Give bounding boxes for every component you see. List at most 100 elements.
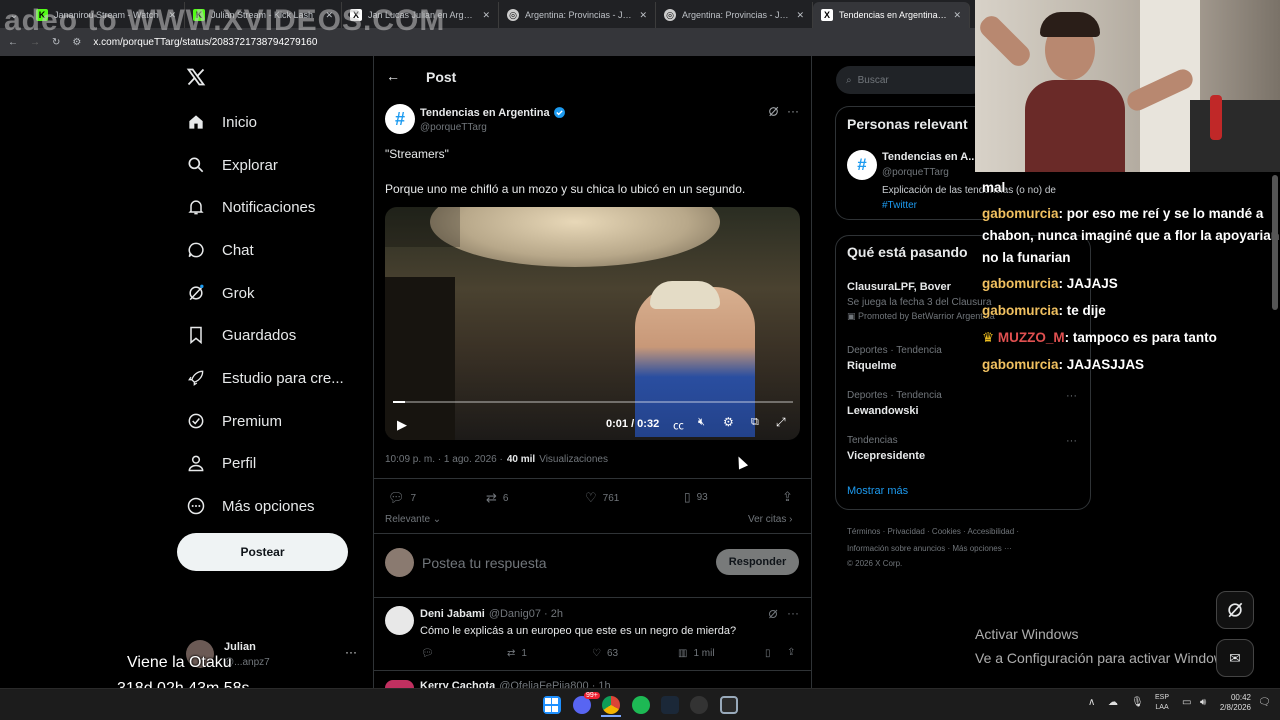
tray-expand-icon[interactable]: ∧ [1088,697,1095,708]
tab-search-icon[interactable]: ⌄ [0,2,28,28]
repost-button[interactable]: ⇄ 6 [486,490,508,506]
sidebar-item-perfil[interactable]: Perfil [186,453,256,473]
activate-windows-subtitle: Ve a Configuración para activar Windows [975,650,1232,666]
sidebar-item-grok[interactable]: Grok [186,283,255,303]
captions-icon[interactable]: ㏄ [673,417,684,433]
site-info-icon[interactable]: ⚙ [72,37,81,48]
language-indicator[interactable]: ESP LAA [1155,693,1169,713]
post-more-icon[interactable]: ··· [787,104,799,118]
sidebar-item-premium[interactable]: Premium [186,411,282,431]
url-field[interactable]: x.com/porqueTTarg/status/208372173879427… [93,37,317,48]
close-tab-icon[interactable]: ✕ [953,10,961,21]
relevant-avatar[interactable]: # [847,150,877,180]
fullscreen-icon[interactable]: ⤢ [776,415,786,430]
grok-explain-icon[interactable] [767,607,779,625]
search-input[interactable]: ⌕ Buscar [836,66,986,94]
sidebar-item-notificaciones[interactable]: Notificaciones [186,197,315,217]
show-more-link[interactable]: Mostrar más [847,485,908,497]
close-tab-icon[interactable]: ✕ [482,10,490,21]
sidebar-item-estudio[interactable]: Estudio para cre... [186,368,344,388]
x-logo-icon[interactable] [186,67,206,92]
post-button[interactable]: Postear [177,533,348,571]
forward-icon[interactable]: → [30,37,40,48]
notification-icon[interactable]: 🗨︎ [1258,697,1271,708]
share-button[interactable]: ⇪ [782,489,793,505]
reply-bookmark-button[interactable]: ▯ [765,648,771,659]
trend-item[interactable]: ClausuraLPF, Bover Se juega la fecha 3 d… [847,281,995,322]
reply-views[interactable]: ▥ 1 mil [678,648,715,659]
trend-item[interactable]: Deportes · Tendencia Lewandowski [847,390,942,417]
reply-like-button[interactable]: ♡ 63 [592,648,618,659]
grok-icon [1228,602,1243,618]
bookmark-button[interactable]: ▯ 93 [684,490,708,504]
sidebar-item-inicio[interactable]: Inicio [186,112,257,132]
steam-icon[interactable] [661,696,679,714]
app-icon[interactable] [720,696,738,714]
grok-float-button[interactable] [1216,591,1254,629]
reply-button[interactable]: 💬︎ 7 [388,490,416,506]
close-tab-icon[interactable]: ✕ [325,10,333,21]
pip-icon[interactable]: ⧉ [751,416,759,429]
sidebar-item-chat[interactable]: Chat [186,240,254,260]
microphone-icon[interactable]: 🎙︎ [1131,697,1144,708]
close-tab-icon[interactable]: ✕ [639,10,647,21]
windows-start-icon[interactable] [543,696,561,714]
reply-author-avatar[interactable] [385,680,414,688]
grok-explain-icon[interactable] [767,105,780,123]
trend-item[interactable]: Tendencias Vicepresidente [847,435,925,462]
browser-tab[interactable]: K Jananirou Stream - Watch ✕ [28,2,185,28]
relevant-hashtag-link[interactable]: #Twitter [882,200,917,211]
reply-submit-button[interactable]: Responder [716,549,799,575]
account-name: Julian [224,641,256,653]
browser-tab[interactable]: ◎Argentina: Provincias - Juego de✕ [656,2,813,28]
reply-repost-button[interactable]: ⇄ 1 [507,648,527,659]
browser-tab-active[interactable]: XTendencias en Argentina en X:✕ [813,2,970,28]
video-player[interactable]: ▶ 0:01 / 0:32 ㏄ 🔇︎ ⚙ ⧉ ⤢ [385,207,800,440]
close-tab-icon[interactable]: ✕ [168,10,176,21]
browser-tab[interactable]: ◎Argentina: Provincias - Juego de✕ [499,2,656,28]
chrome-icon[interactable] [602,696,620,714]
trend-item[interactable]: Deportes · Tendencia Riquelme [847,345,942,372]
back-icon[interactable]: ← [8,37,18,48]
like-button[interactable]: ♡ 761 [585,490,619,506]
volume-icon[interactable]: 🔊︎ [1200,697,1206,708]
trend-more-icon[interactable]: ··· [1066,390,1077,402]
account-more-icon[interactable]: ··· [345,645,357,659]
reply-more-icon[interactable]: ··· [787,606,799,620]
footer-links[interactable]: Términos · Privacidad · Cookies · Accesi… [847,527,1019,536]
post-timestamp: 10:09 p. m. · 1 ago. 2026 · [385,454,503,465]
reply-share-button[interactable]: ⇪ [787,647,795,658]
sort-dropdown[interactable]: Relevante ⌄ [385,514,441,525]
messages-float-button[interactable]: ✉ [1216,639,1254,677]
reply-reply-button[interactable]: 💬︎ [421,648,434,659]
cloud-icon[interactable]: ☁ [1108,697,1118,708]
obs-icon[interactable] [690,696,708,714]
repost-icon: ⇄ [507,648,516,659]
close-tab-icon[interactable]: ✕ [796,10,804,21]
spotify-icon[interactable] [632,696,650,714]
reload-icon[interactable]: ↻ [52,37,60,48]
webcam-feed [975,0,1280,172]
divider [373,478,812,479]
chat-scrollbar[interactable] [1272,175,1278,310]
browser-tab[interactable]: K Julian Stream - Kick Lash ✕ [185,2,342,28]
mute-icon[interactable]: 🔇︎ [698,416,705,429]
relevant-name[interactable]: Tendencias en A... [882,151,977,163]
view-quotes-link[interactable]: Ver citas › [748,514,792,525]
footer-links[interactable]: Información sobre anuncios · Más opcione… [847,544,1012,553]
reply-input[interactable]: Postea tu respuesta [422,555,547,571]
sidebar-item-explorar[interactable]: Explorar [186,155,278,175]
author-avatar[interactable]: # [385,104,415,134]
back-arrow-icon[interactable]: ← [386,68,400,84]
play-icon[interactable]: ▶ [397,417,407,433]
browser-tab[interactable]: X Jan Lucas Julian en Argentina ✕ [342,2,499,28]
sidebar-item-mas-opciones[interactable]: Más opciones [186,496,315,516]
sidebar-item-guardados[interactable]: Guardados [186,325,296,345]
author-name-row[interactable]: Tendencias en Argentina [420,106,566,119]
settings-icon[interactable]: ⚙ [723,415,734,429]
video-seek-bar[interactable] [393,401,793,403]
clock[interactable]: 00:42 2/8/2026 [1215,693,1251,713]
trend-more-icon[interactable]: ··· [1066,435,1077,447]
network-icon[interactable]: ▭ [1182,697,1191,708]
reply-author-avatar[interactable] [385,606,414,635]
